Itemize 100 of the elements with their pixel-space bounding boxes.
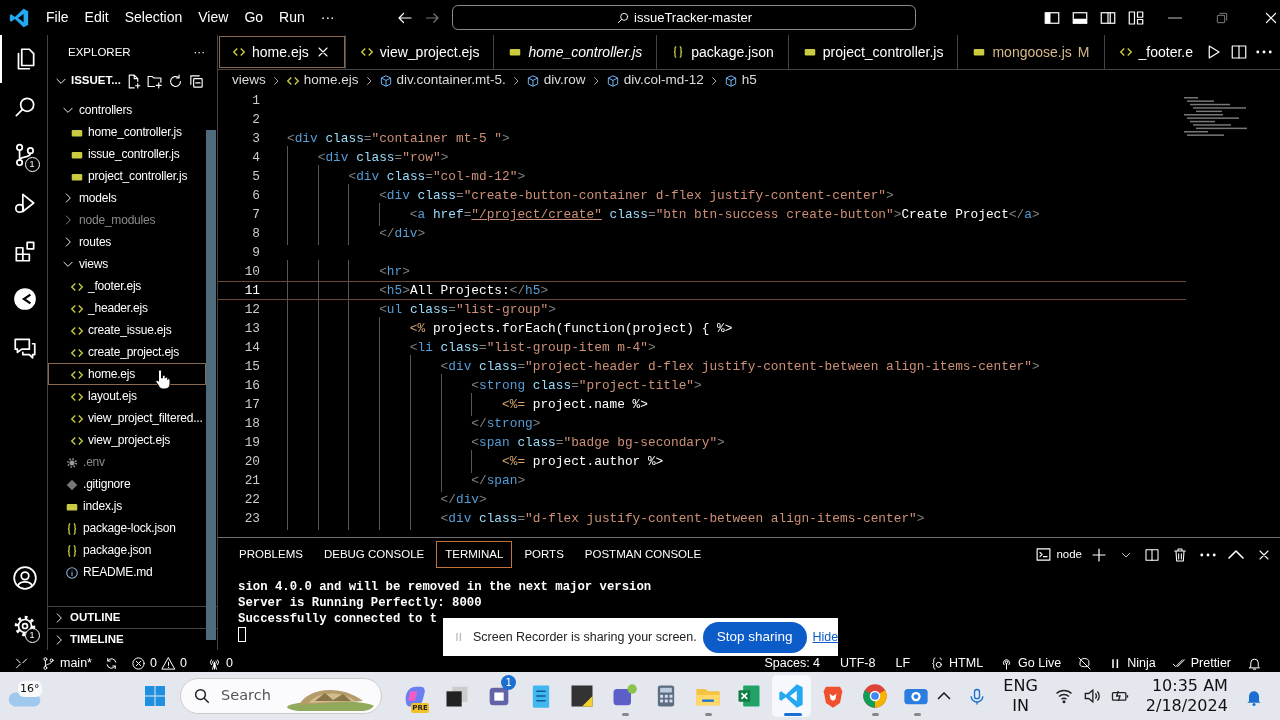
panel-tab[interactable]: PROBLEMS xyxy=(230,540,312,569)
panel-tab[interactable]: POSTMAN CONSOLE xyxy=(575,540,711,569)
taskbar-app[interactable]: 1 xyxy=(479,675,519,717)
tree-entry[interactable]: _header.ejs xyxy=(48,297,206,319)
branch-status[interactable]: main* xyxy=(35,654,98,673)
tree-entry[interactable]: issue_controller.js xyxy=(48,143,206,165)
line-number: 20 xyxy=(243,452,260,471)
menu-item[interactable]: Selection xyxy=(116,7,191,28)
temperature: 16° xyxy=(18,680,42,697)
taskbar-search[interactable]: Search xyxy=(180,678,383,714)
tree-entry[interactable]: package-lock.json xyxy=(48,517,206,539)
panel-tab[interactable]: TERMINAL xyxy=(436,540,513,569)
ports-status[interactable]: 0 xyxy=(200,654,239,673)
menu-item[interactable]: File xyxy=(38,7,77,28)
cube-icon xyxy=(525,73,540,88)
panel-tab[interactable]: DEBUG CONSOLE xyxy=(314,540,434,569)
editor-tab[interactable]: home.ejs xyxy=(218,35,346,69)
line-number: 16 xyxy=(243,376,260,395)
code-line: <a href="/project/create" class="btn btn-success create-button">Create Project</a> xyxy=(408,206,1040,222)
scrollbar[interactable] xyxy=(206,130,216,640)
code-line: <strong class="project-title"> xyxy=(470,377,702,393)
time: 10:35 AM xyxy=(1151,676,1228,696)
status-item[interactable]: Go Live xyxy=(993,654,1068,673)
menu-item[interactable]: Edit xyxy=(76,7,117,28)
status-item[interactable]: Ninja xyxy=(1102,654,1162,673)
tree-entry[interactable]: README.md xyxy=(48,561,206,583)
line-number: 13 xyxy=(243,319,260,338)
breadcrumb[interactable]: home.ejs xyxy=(285,70,359,91)
date: 2/18/2024 xyxy=(1145,696,1228,716)
tree-entry[interactable]: .gitignore xyxy=(48,473,206,495)
code-line: <div class="col-md-12"> xyxy=(347,168,526,184)
tray-overflow-button[interactable] xyxy=(937,692,952,700)
gear-file-icon xyxy=(65,455,79,470)
code-line: <h5>All Projects:</h5> xyxy=(378,282,549,298)
running-indicator xyxy=(705,713,713,716)
tree-entry[interactable]: view_project.ejs xyxy=(48,429,206,451)
breadcrumb[interactable]: h5 xyxy=(723,70,757,91)
terminal-selector[interactable]: node xyxy=(1035,545,1082,564)
folder-item[interactable]: controllers xyxy=(48,99,206,121)
status-item[interactable]: UTF-8 xyxy=(834,654,882,673)
folder-item[interactable]: routes xyxy=(48,231,206,253)
settings-button[interactable]: 1 xyxy=(0,602,48,650)
running-indicator xyxy=(872,713,880,716)
code-line: <li class="list-group-item m-4"> xyxy=(408,339,656,355)
bell-icon xyxy=(1247,656,1262,671)
tree-entry[interactable]: create_project.ejs xyxy=(48,341,206,363)
line-number: 8 xyxy=(251,224,260,243)
folder-item[interactable]: node_modules xyxy=(48,209,206,231)
code-line: <div class="container mt-5 "> xyxy=(287,130,510,146)
running-indicator xyxy=(783,713,802,716)
notification-text: Screen Recorder is sharing your screen. xyxy=(473,628,697,646)
breadcrumb[interactable]: div.col-md-12 xyxy=(605,70,704,91)
branch-icon xyxy=(41,656,56,671)
menu-item[interactable]: Run xyxy=(271,7,313,28)
menu-item[interactable]: View xyxy=(190,7,237,28)
code-line: <div class="row"> xyxy=(316,149,449,165)
notification-badge: 1 xyxy=(501,675,517,690)
line-number: 15 xyxy=(243,357,260,376)
status-item[interactable]: HTML xyxy=(924,654,990,673)
windows-icon xyxy=(143,684,168,708)
more-button[interactable]: ··· xyxy=(193,43,205,62)
folder-item[interactable]: views xyxy=(48,253,206,275)
tree-entry[interactable]: home.ejs xyxy=(48,363,206,385)
command-center[interactable]: issueTracker-master xyxy=(452,5,916,30)
clock[interactable]: 10:35 AM 2/18/2024 xyxy=(1145,676,1228,716)
terminal-line: Server is Running Perfectly: 8000 xyxy=(238,596,482,610)
tree-entry[interactable]: _footer.ejs xyxy=(48,275,206,297)
running-indicator xyxy=(621,713,629,716)
error-icon xyxy=(130,656,146,671)
code-line: <% projects.forEach(function(project) { %> xyxy=(408,320,733,336)
tree-entry[interactable]: package.json xyxy=(48,539,206,561)
tree-entry[interactable]: create_issue.ejs xyxy=(48,319,206,341)
app-logo-icon xyxy=(8,6,30,29)
breadcrumb[interactable]: div.row xyxy=(525,70,586,91)
tree-entry[interactable]: layout.ejs xyxy=(48,385,206,407)
line-number: 9 xyxy=(251,243,260,262)
status-item[interactable]: Prettier xyxy=(1165,654,1237,673)
breadcrumb[interactable]: div.container.mt-5. xyxy=(378,70,506,91)
tree-entry[interactable]: view_project_filtered... xyxy=(48,407,206,429)
language-indicator[interactable]: ENG IN xyxy=(1003,676,1038,716)
breadcrumb[interactable]: views xyxy=(232,70,266,91)
hide-link[interactable]: Hide xyxy=(812,627,839,647)
status-item[interactable]: LF xyxy=(889,654,917,673)
menu-item[interactable]: ··· xyxy=(312,7,343,28)
problems-status[interactable]: 0 0 xyxy=(124,654,193,673)
folder-header[interactable]: ISSUET... xyxy=(48,70,121,92)
weather-widget[interactable]: 16° xyxy=(8,684,42,708)
tree-entry[interactable]: project_controller.js xyxy=(48,165,206,187)
tree-entry[interactable]: index.js xyxy=(48,495,206,517)
code-file-icon xyxy=(232,45,246,59)
tree-entry[interactable]: .env xyxy=(48,451,206,473)
status-item[interactable]: Spaces: 4 xyxy=(758,654,827,673)
activity-source-control-button[interactable]: 1 xyxy=(0,131,48,179)
panel-tab[interactable]: PORTS xyxy=(515,540,573,569)
tree-entry[interactable]: home_controller.js xyxy=(48,121,206,143)
line-number: 11 xyxy=(243,281,260,300)
folder-item[interactable]: models xyxy=(48,187,206,209)
split-terminal-icon xyxy=(1144,546,1160,563)
menu-item[interactable]: Go xyxy=(236,7,272,28)
stop-sharing-button[interactable]: Stop sharing xyxy=(702,621,807,653)
